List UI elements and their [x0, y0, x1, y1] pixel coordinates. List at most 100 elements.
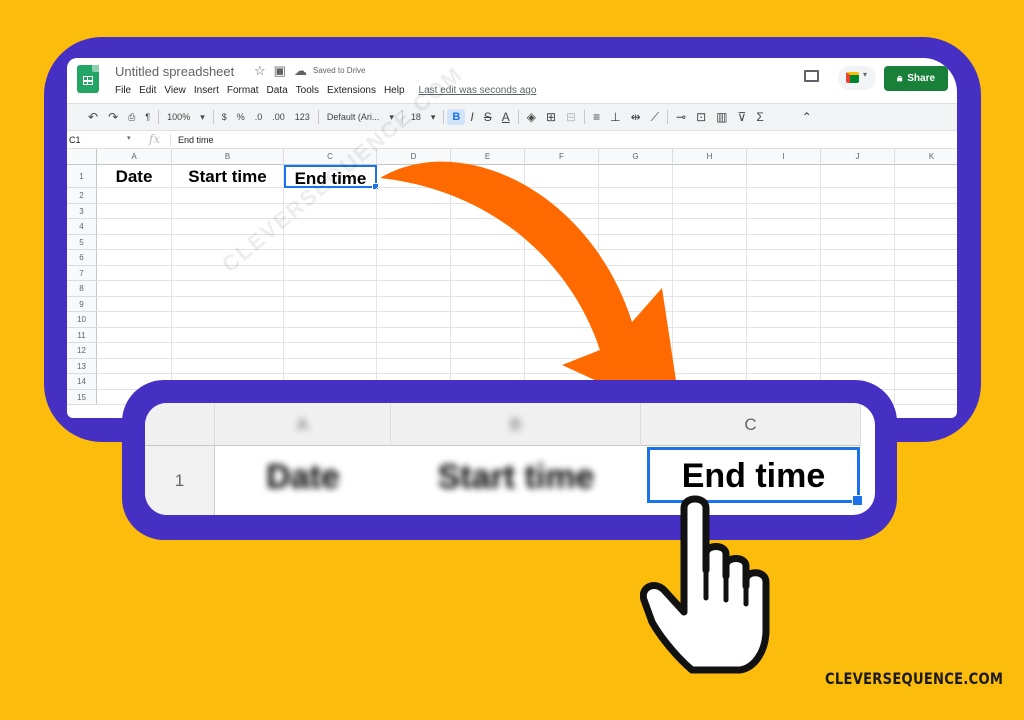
cell-a13[interactable]: [97, 358, 172, 374]
cell-k4[interactable]: [895, 219, 957, 235]
cell-a4[interactable]: [97, 219, 172, 235]
column-header-b[interactable]: B: [172, 149, 284, 165]
cell-b2[interactable]: [172, 188, 284, 204]
cell-k9[interactable]: [895, 297, 957, 312]
cell-a1[interactable]: Date: [97, 165, 172, 188]
menu-view[interactable]: View: [164, 85, 186, 96]
merge-cells-icon[interactable]: ⊟: [561, 110, 581, 124]
cell-j11[interactable]: [821, 327, 895, 343]
redo-icon[interactable]: ↷: [103, 110, 123, 124]
cell-a2[interactable]: [97, 188, 172, 204]
cell-k8[interactable]: [895, 281, 957, 297]
row-header-6[interactable]: 6: [67, 250, 97, 266]
insert-comment-icon[interactable]: ⊡: [691, 110, 711, 124]
cell-j7[interactable]: [821, 265, 895, 281]
cell-b12[interactable]: [172, 343, 284, 359]
cell-j6[interactable]: [821, 250, 895, 266]
menu-file[interactable]: File: [115, 85, 131, 96]
move-folder-icon[interactable]: ▣: [274, 63, 286, 79]
filter-icon[interactable]: ⊽: [733, 110, 752, 124]
cell-a12[interactable]: [97, 343, 172, 359]
cell-k3[interactable]: [895, 204, 957, 219]
row-header-1[interactable]: 1: [67, 165, 97, 188]
collapse-toolbar-icon[interactable]: ⌃: [797, 110, 817, 124]
cell-k15[interactable]: [895, 390, 957, 405]
cell-i7[interactable]: [747, 265, 821, 281]
text-wrap-icon[interactable]: ⇹: [626, 110, 646, 124]
cell-i1[interactable]: [747, 165, 821, 188]
cell-a11[interactable]: [97, 327, 172, 343]
row-header-10[interactable]: 10: [67, 312, 97, 328]
text-color-button[interactable]: A: [497, 110, 515, 124]
menu-insert[interactable]: Insert: [194, 85, 219, 96]
cell-i5[interactable]: [747, 234, 821, 250]
cell-c10[interactable]: [284, 312, 377, 328]
cell-k13[interactable]: [895, 359, 957, 374]
star-icon[interactable]: ☆: [254, 63, 266, 79]
cell-j12[interactable]: [821, 343, 895, 359]
row-header-5[interactable]: 5: [67, 234, 97, 250]
row-header-2[interactable]: 2: [67, 188, 97, 204]
comment-history-icon[interactable]: [804, 70, 819, 82]
sheets-logo-icon[interactable]: [77, 65, 99, 93]
row-header-14[interactable]: 14: [67, 374, 97, 390]
cell-j3[interactable]: [821, 203, 895, 219]
share-button[interactable]: 🔒︎ Share: [884, 66, 948, 91]
insert-link-icon[interactable]: ⊸: [671, 110, 691, 124]
select-all-corner[interactable]: [67, 149, 97, 165]
cell-j8[interactable]: [821, 281, 895, 297]
cell-c9[interactable]: [284, 296, 377, 312]
paint-format-icon[interactable]: ¶: [140, 112, 155, 122]
column-header-j[interactable]: J: [821, 149, 895, 165]
cell-k5[interactable]: [895, 235, 957, 250]
cell-j4[interactable]: [821, 219, 895, 235]
cell-a7[interactable]: [97, 265, 172, 281]
cell-k2[interactable]: [895, 188, 957, 204]
cell-a3[interactable]: [97, 203, 172, 219]
chevron-down-icon[interactable]: ▾: [195, 112, 210, 123]
cell-a6[interactable]: [97, 250, 172, 266]
cell-k10[interactable]: [895, 312, 957, 328]
cell-a5[interactable]: [97, 234, 172, 250]
functions-icon[interactable]: Σ: [751, 110, 768, 124]
row-header-9[interactable]: 9: [67, 296, 97, 312]
cloud-saved-icon[interactable]: ☁: [294, 63, 307, 79]
bold-button[interactable]: B: [447, 109, 466, 125]
strikethrough-button[interactable]: S: [479, 110, 497, 124]
row-header-13[interactable]: 13: [67, 358, 97, 374]
print-icon[interactable]: ⎙: [123, 112, 140, 123]
cell-c6[interactable]: [284, 250, 377, 266]
cell-b8[interactable]: [172, 281, 284, 297]
cell-i3[interactable]: [747, 203, 821, 219]
meet-button[interactable]: ▾: [838, 66, 876, 90]
cell-j1[interactable]: [821, 165, 895, 188]
name-box[interactable]: C1: [69, 135, 81, 145]
horizontal-align-icon[interactable]: ≡: [588, 110, 605, 124]
cell-c8[interactable]: [284, 281, 377, 297]
insert-chart-icon[interactable]: ▥: [711, 110, 732, 124]
cell-c5[interactable]: [284, 234, 377, 250]
column-header-k[interactable]: K: [895, 149, 957, 165]
cell-k14[interactable]: [895, 374, 957, 390]
cell-i13[interactable]: [747, 358, 821, 374]
decrease-decimal-button[interactable]: .0: [250, 112, 268, 122]
cell-a10[interactable]: [97, 312, 172, 328]
cell-j10[interactable]: [821, 312, 895, 328]
cell-j13[interactable]: [821, 358, 895, 374]
cell-k7[interactable]: [895, 266, 957, 281]
vertical-align-icon[interactable]: ⊥: [605, 110, 625, 124]
row-header-12[interactable]: 12: [67, 343, 97, 359]
cell-b1[interactable]: Start time: [172, 165, 284, 188]
menu-edit[interactable]: Edit: [139, 85, 156, 96]
row-header-3[interactable]: 3: [67, 203, 97, 219]
italic-button[interactable]: I: [465, 110, 478, 124]
percent-format-button[interactable]: %: [232, 112, 250, 122]
cell-b11[interactable]: [172, 327, 284, 343]
cell-i6[interactable]: [747, 250, 821, 266]
column-header-a[interactable]: A: [97, 149, 172, 165]
cell-b10[interactable]: [172, 312, 284, 328]
menu-data[interactable]: Data: [267, 85, 288, 96]
cell-i4[interactable]: [747, 219, 821, 235]
zoom-select[interactable]: 100%: [162, 112, 195, 122]
cell-i2[interactable]: [747, 188, 821, 204]
